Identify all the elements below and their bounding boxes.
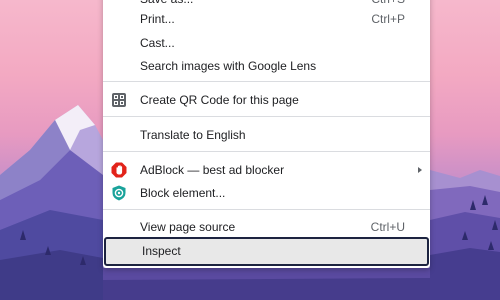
menu-item-shortcut: Ctrl+U	[370, 220, 405, 234]
menu-item-inspect[interactable]: Inspect	[104, 237, 429, 266]
adblock-hand-icon	[111, 162, 127, 178]
menu-separator	[103, 151, 430, 152]
menu-item-label: Print...	[140, 12, 175, 26]
menu-item-label: Inspect	[142, 244, 181, 258]
menu-item-translate[interactable]: Translate to English	[103, 124, 430, 146]
menu-item-create-qr-code[interactable]: Create QR Code for this page	[103, 89, 430, 111]
menu-item-print[interactable]: Print... Ctrl+P	[103, 8, 430, 30]
menu-item-label: View page source	[140, 220, 236, 234]
menu-item-label: AdBlock — best ad blocker	[140, 163, 285, 177]
menu-item-shortcut: Ctrl+P	[371, 12, 405, 26]
context-menu: Save as... Ctrl+S Print... Ctrl+P Cast..…	[103, 0, 430, 268]
menu-item-label: Cast...	[140, 36, 175, 50]
menu-item-label: Search images with Google Lens	[140, 59, 317, 73]
menu-item-label: Create QR Code for this page	[140, 93, 299, 107]
adblock-shield-icon	[111, 185, 127, 201]
desktop-background: Save as... Ctrl+S Print... Ctrl+P Cast..…	[0, 0, 500, 300]
menu-item-label: Block element...	[140, 186, 226, 200]
menu-separator	[103, 116, 430, 117]
menu-item-block-element[interactable]: Block element...	[103, 182, 430, 204]
menu-item-view-page-source[interactable]: View page source Ctrl+U	[103, 216, 430, 238]
menu-item-label: Translate to English	[140, 128, 246, 142]
menu-separator	[103, 81, 430, 82]
menu-item-search-google-lens[interactable]: Search images with Google Lens	[103, 55, 430, 77]
qr-code-icon	[111, 92, 127, 108]
menu-item-adblock[interactable]: AdBlock — best ad blocker	[103, 159, 430, 181]
menu-item-cast[interactable]: Cast...	[103, 32, 430, 54]
menu-separator	[103, 209, 430, 210]
submenu-arrow-icon	[418, 167, 422, 173]
